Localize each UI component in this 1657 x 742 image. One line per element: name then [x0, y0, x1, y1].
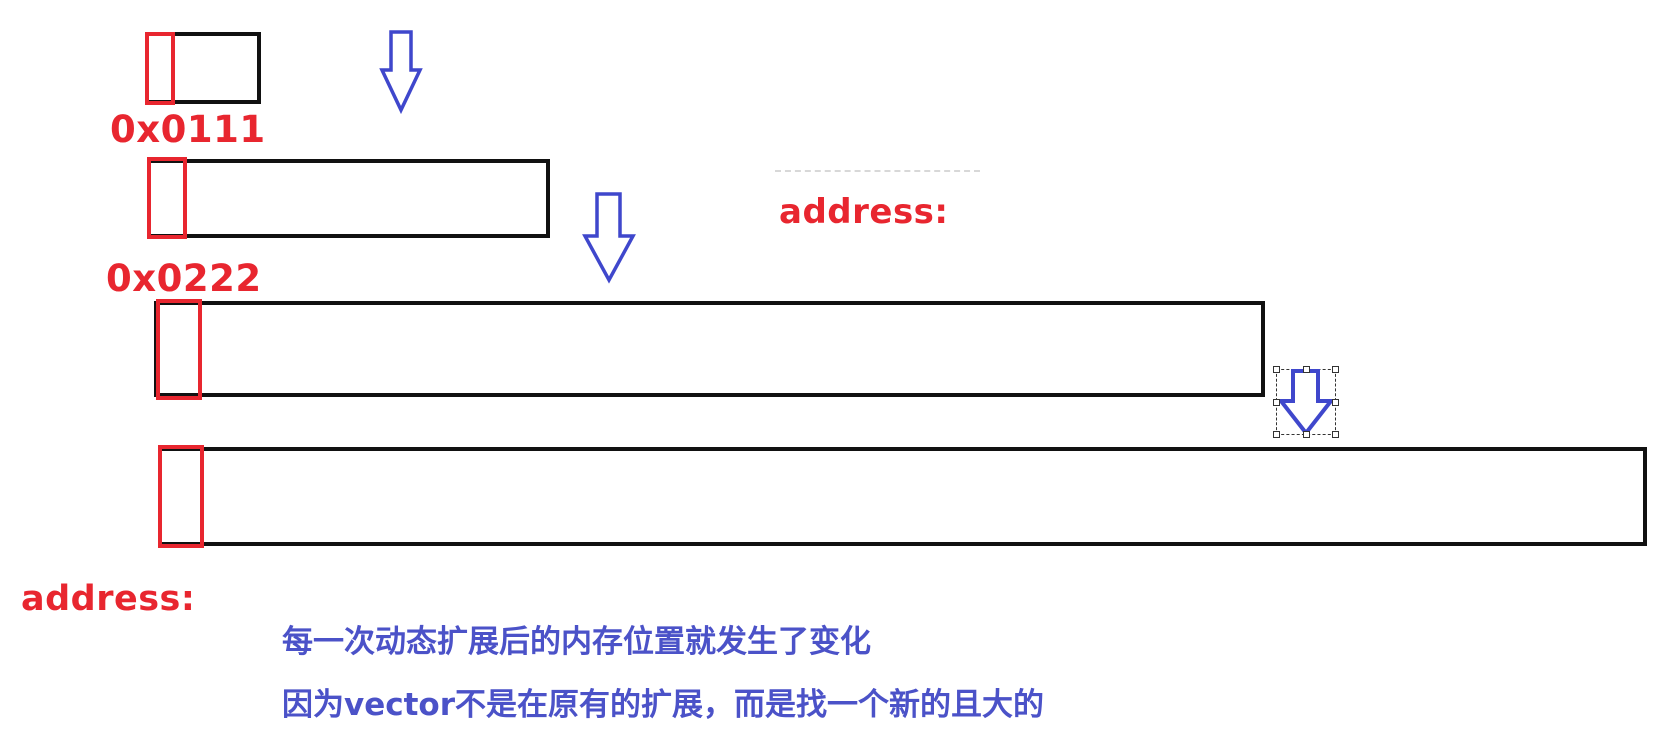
resize-handle-top[interactable]: [1303, 366, 1310, 373]
down-arrow-icon: [379, 30, 423, 115]
address-label-0x0111: 0x0111: [110, 108, 266, 151]
address-text-box: address:: [775, 170, 980, 238]
memory-block-3: [154, 301, 1265, 397]
memory-start-marker-4: [158, 445, 204, 548]
memory-block-4: [158, 447, 1647, 546]
down-arrow-icon: [582, 192, 636, 284]
memory-block-2: [147, 159, 550, 238]
resize-handle-left[interactable]: [1273, 399, 1280, 406]
caption-line-2: 因为vector不是在原有的扩展，而是找一个新的且大的: [282, 687, 1045, 723]
resize-handle-bottom-left[interactable]: [1273, 431, 1280, 438]
resize-handle-top-left[interactable]: [1273, 366, 1280, 373]
caption-line-1: 每一次动态扩展后的内存位置就发生了变化: [282, 624, 871, 660]
down-arrow-icon: [1276, 369, 1336, 437]
memory-start-marker-1: [145, 32, 175, 105]
address-label-right: address:: [779, 192, 949, 232]
resize-handle-bottom-right[interactable]: [1332, 431, 1339, 438]
memory-start-marker-3: [156, 299, 202, 400]
selected-arrow-frame[interactable]: [1273, 366, 1339, 438]
memory-start-marker-2: [147, 157, 187, 239]
address-label-bottom: address:: [21, 579, 196, 619]
resize-handle-top-right[interactable]: [1332, 366, 1339, 373]
resize-handle-right[interactable]: [1332, 399, 1339, 406]
address-label-0x0222: 0x0222: [106, 257, 262, 300]
resize-handle-bottom[interactable]: [1303, 431, 1310, 438]
